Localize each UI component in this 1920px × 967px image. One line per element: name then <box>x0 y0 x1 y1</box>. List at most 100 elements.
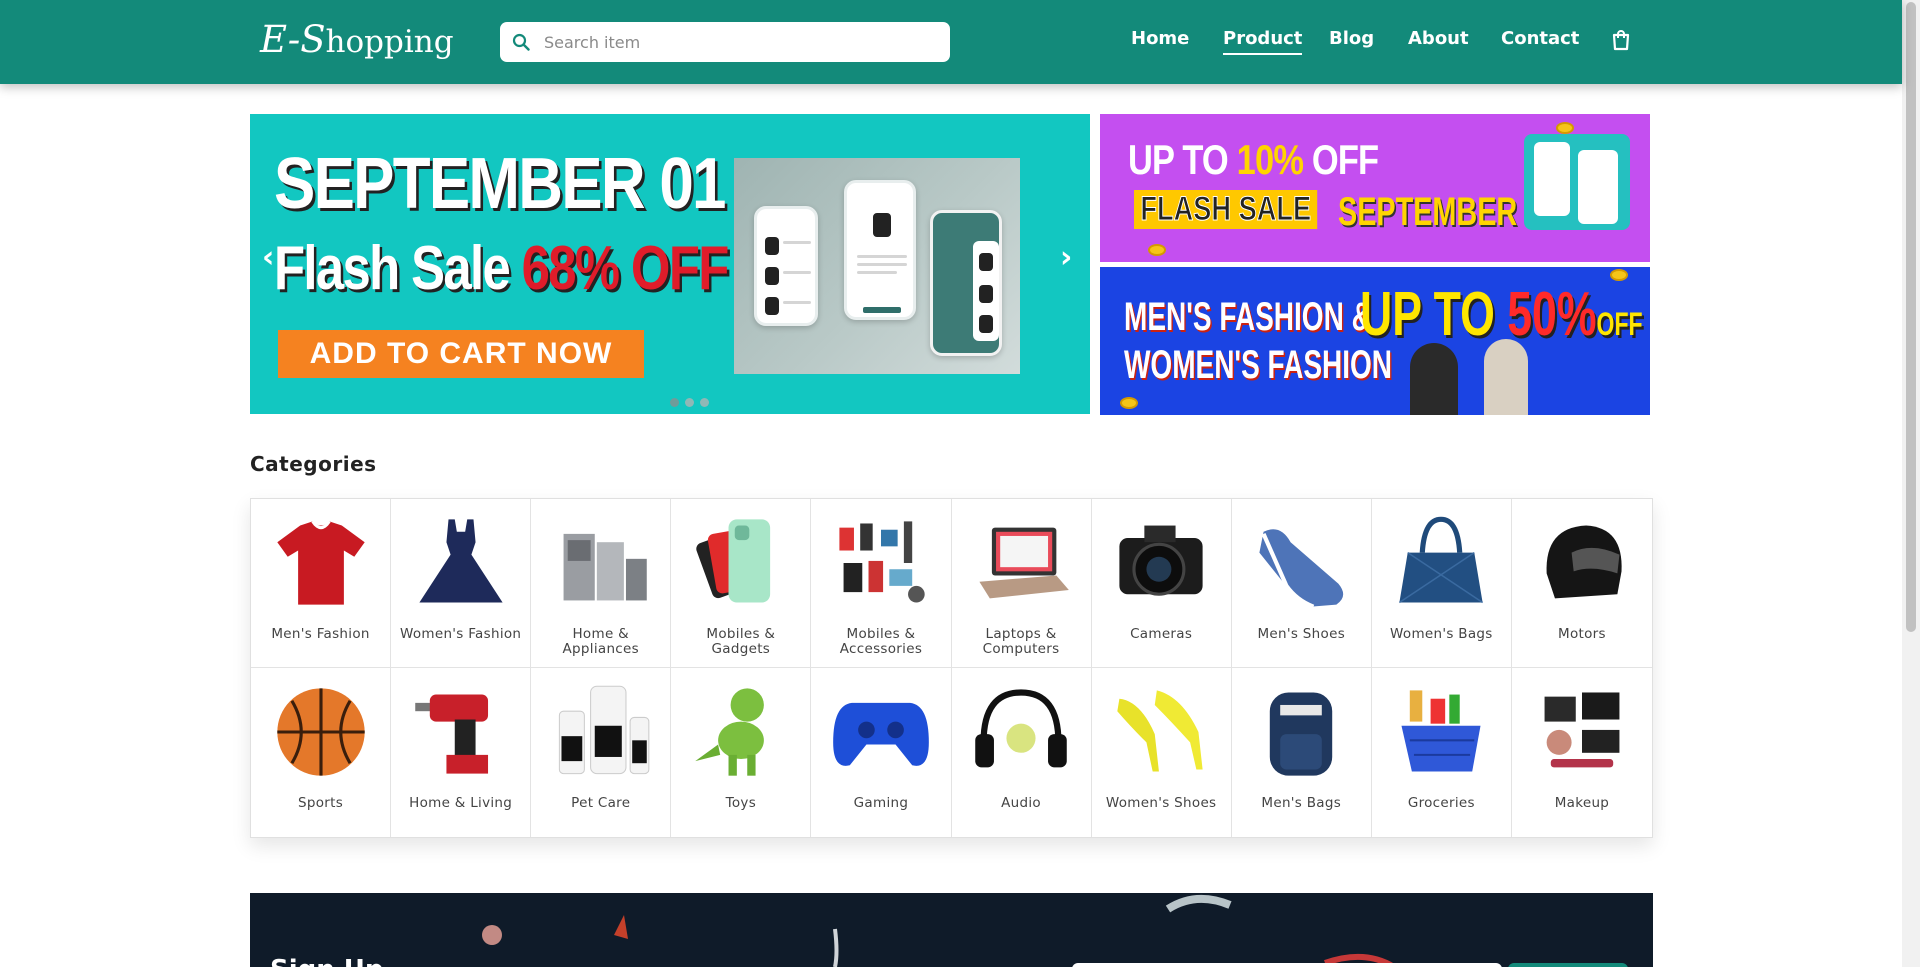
site-logo[interactable]: E-Shopping <box>260 18 454 61</box>
category-groceries[interactable]: Groceries <box>1372 668 1512 837</box>
coin-icon <box>1120 397 1138 409</box>
category-gaming[interactable]: Gaming <box>811 668 952 837</box>
category-womens-fashion[interactable]: Women's Fashion <box>391 499 532 668</box>
banner-phones-image <box>1524 134 1630 230</box>
hero-subtitle: Flash Sale 68% OFF <box>274 238 729 300</box>
coin-icon <box>1148 244 1166 256</box>
fashion-upto-text: UP TO <box>1360 280 1508 349</box>
phone-mockup <box>754 206 818 326</box>
site-header: E-Shopping Home Product Blog About Conta… <box>0 0 1902 84</box>
nav-home[interactable]: Home <box>1131 28 1189 49</box>
fashion-percent-text: 50% <box>1507 280 1597 349</box>
category-pet-care[interactable]: Pet Care <box>531 668 672 837</box>
fashion-sale-banner[interactable]: MEN'S FASHION & WOMEN'S FASHION UP TO 50… <box>1100 267 1650 415</box>
signup-background-art <box>482 894 1396 967</box>
category-label: Men's Fashion <box>271 626 370 642</box>
high-heels-icon <box>1117 690 1203 772</box>
hero-subtitle-white: Flash Sale <box>274 234 511 303</box>
carousel-dot[interactable] <box>685 398 694 407</box>
category-mobiles-gadgets[interactable]: Mobiles & Gadgets <box>671 499 812 668</box>
category-sports[interactable]: Sports <box>251 668 392 837</box>
category-label: Women's Shoes <box>1105 795 1217 811</box>
category-label: Toys <box>725 795 757 811</box>
fashion-banner-heading: MEN'S FASHION & WOMEN'S FASHION <box>1124 293 1392 389</box>
logo-suffix: hopping <box>325 24 454 60</box>
nav-product[interactable]: Product <box>1223 28 1303 55</box>
nav-blog[interactable]: Blog <box>1329 28 1374 49</box>
category-label: Mobiles & Gadgets <box>706 626 776 657</box>
category-audio[interactable]: Audio <box>952 668 1092 837</box>
category-label: Men's Bags <box>1261 795 1342 811</box>
nav-about[interactable]: About <box>1408 28 1469 49</box>
fashion-banner-line1: MEN'S FASHION & <box>1124 295 1372 339</box>
gamepad-icon <box>833 702 929 766</box>
category-label: Pet Care <box>571 795 631 811</box>
category-label: Sports <box>298 795 344 811</box>
laptop-icon <box>979 527 1069 599</box>
category-label: Women's Bags <box>1390 626 1493 642</box>
banner-off-text: OFF <box>1303 136 1379 183</box>
banner-upto-text: UP TO <box>1128 136 1237 183</box>
coin-icon <box>1610 269 1628 281</box>
category-label: Gaming <box>853 795 909 811</box>
search-icon[interactable] <box>512 33 530 51</box>
page-scrollbar[interactable] <box>1902 0 1920 967</box>
category-label: Men's Shoes <box>1257 626 1346 642</box>
carousel-dot[interactable] <box>700 398 709 407</box>
category-label: Motors <box>1558 626 1606 642</box>
category-mobiles-accessories[interactable]: Mobiles & Accessories <box>811 499 952 668</box>
makeup-icon <box>1544 692 1620 768</box>
category-motors[interactable]: Motors <box>1511 499 1652 668</box>
category-label: Cameras <box>1130 626 1193 642</box>
category-makeup[interactable]: Makeup <box>1512 668 1652 837</box>
headphones-icon <box>975 689 1067 768</box>
scrollbar-thumb[interactable] <box>1906 2 1916 632</box>
flash-sale-banner[interactable]: UP TO 10% OFF FLASH SALE SEPTEMBER 01 <box>1100 114 1650 262</box>
carousel-dot[interactable] <box>670 398 679 407</box>
phone-mockup <box>930 210 1002 356</box>
category-mens-fashion[interactable]: Men's Fashion <box>251 499 392 668</box>
category-home-appliances[interactable]: Home & Appliances <box>531 499 672 668</box>
sneaker-icon <box>1259 529 1344 609</box>
category-laptops-computers[interactable]: Laptops & Computers <box>951 499 1092 668</box>
hero-subtitle-red: 68% OFF <box>521 234 730 303</box>
signup-email-input[interactable] <box>1072 963 1502 967</box>
category-home-living[interactable]: Home & Living <box>391 668 532 837</box>
banner-discount-line: UP TO 10% OFF <box>1128 136 1379 184</box>
category-label: Laptops & Computers <box>982 626 1060 657</box>
basketball-icon <box>276 688 365 776</box>
category-label: Mobiles & Accessories <box>839 626 923 657</box>
carousel-indicators <box>670 392 715 411</box>
fashion-banner-line2: WOMEN'S FASHION <box>1124 343 1393 387</box>
category-womens-bags[interactable]: Women's Bags <box>1371 499 1512 668</box>
cart-button[interactable] <box>1611 29 1631 55</box>
toy-dinosaur-icon <box>695 688 764 776</box>
category-womens-shoes[interactable]: Women's Shoes <box>1092 668 1232 837</box>
carousel-next-button[interactable]: › <box>1060 240 1072 275</box>
drill-icon <box>414 694 488 774</box>
banner-percent-text: 10% <box>1236 136 1304 183</box>
male-model-image <box>1410 343 1458 415</box>
smartphone-icon <box>696 519 770 603</box>
appliances-icon <box>563 533 647 601</box>
category-mens-shoes[interactable]: Men's Shoes <box>1231 499 1372 668</box>
categories-heading: Categories <box>250 452 377 476</box>
category-toys[interactable]: Toys <box>671 668 812 837</box>
signup-button[interactable] <box>1508 963 1628 967</box>
category-mens-bags[interactable]: Men's Bags <box>1232 668 1372 837</box>
hero-carousel[interactable]: SEPTEMBER 01 Flash Sale 68% OFF ADD TO C… <box>250 114 1090 414</box>
search-input[interactable] <box>544 28 934 56</box>
backpack-icon <box>1270 692 1333 776</box>
carousel-prev-button[interactable]: ‹ <box>262 240 274 275</box>
phone-mockup <box>844 180 916 320</box>
search-bar <box>500 22 950 62</box>
signup-title: Sign Up <box>270 955 384 967</box>
category-label: Home & Appliances <box>562 626 639 657</box>
nav-contact[interactable]: Contact <box>1501 28 1579 49</box>
flash-sale-label: FLASH SALE <box>1134 190 1318 229</box>
category-cameras[interactable]: Cameras <box>1091 499 1232 668</box>
camera-icon <box>1119 525 1203 596</box>
add-to-cart-banner-button[interactable]: ADD TO CART NOW <box>278 330 644 378</box>
category-label: Audio <box>1001 795 1041 811</box>
hero-title: SEPTEMBER 01 <box>274 144 726 224</box>
